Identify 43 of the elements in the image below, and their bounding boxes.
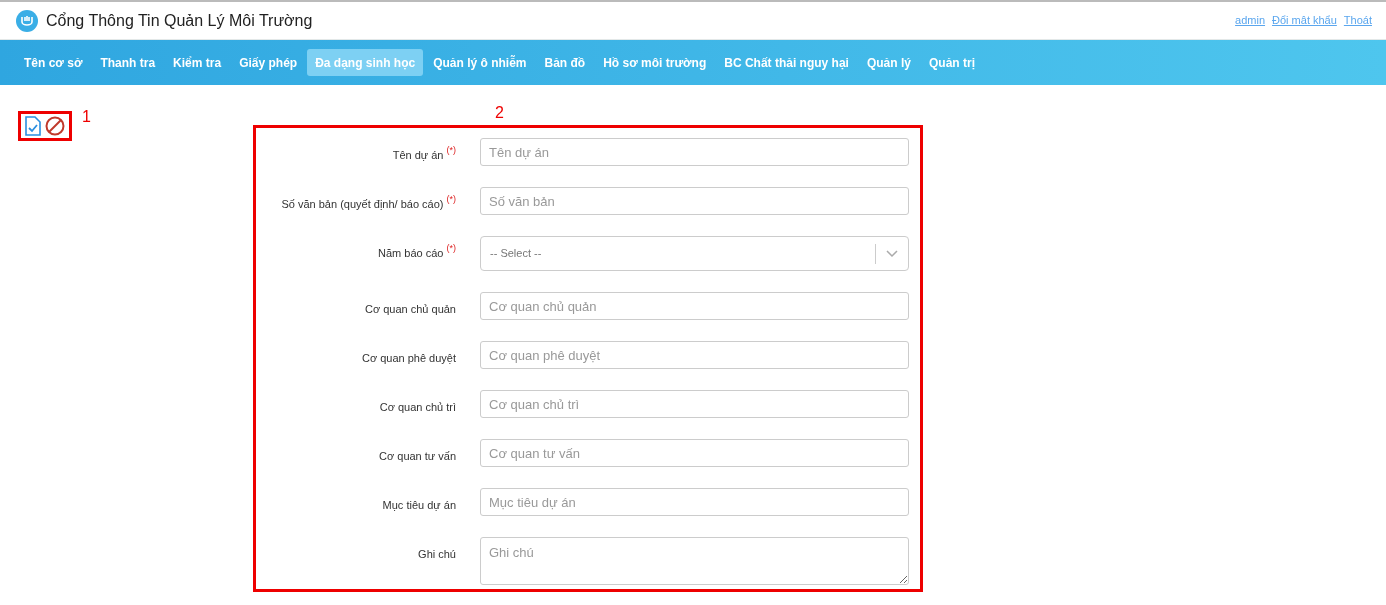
text-field[interactable]: Số văn bản [480, 187, 909, 215]
logo-icon [16, 9, 38, 32]
field-label: Cơ quan phê duyệt [361, 351, 456, 366]
notes-field[interactable]: Ghi chú [480, 537, 909, 585]
nav-tab[interactable]: Giấy phép [231, 49, 306, 76]
text-field[interactable]: Cơ quan chủ trì [480, 390, 909, 418]
select-placeholder: -- Select -- [490, 246, 543, 262]
chevron-down-icon [886, 249, 898, 258]
nav-tab[interactable]: Quản lý [858, 49, 919, 76]
field-label: Cơ quan chủ quản [365, 302, 456, 317]
header-link[interactable]: Thoát [1343, 12, 1372, 29]
nav-tab[interactable]: Quản lý ô nhiễm [425, 49, 535, 76]
text-field[interactable]: Cơ quan phê duyệt [480, 341, 909, 369]
text-field[interactable]: Mục tiêu dự án [480, 488, 909, 516]
nav-tab[interactable]: Hồ sơ môi trường [595, 49, 715, 76]
nav-tab[interactable]: Quản trị [920, 49, 983, 76]
field-label: Cơ quan tư vấn [379, 449, 456, 464]
annotation-number: 2 [495, 105, 505, 121]
nav-tab[interactable]: Bản đồ [536, 49, 594, 76]
field-label: Cơ quan chủ trì [379, 400, 456, 415]
field-label: Ghi chú [418, 547, 456, 562]
required-mark: (*) [446, 193, 456, 206]
required-mark: (*) [446, 242, 456, 255]
cancel-icon[interactable] [45, 116, 65, 136]
annotation-number: 1 [82, 109, 91, 125]
select-field[interactable]: -- Select -- [480, 236, 909, 271]
text-field[interactable]: Tên dự án [480, 138, 909, 166]
save-document-icon[interactable] [25, 116, 41, 136]
app-title: Cổng Thông Tin Quản Lý Môi Trường [46, 10, 313, 31]
header-link[interactable]: Đổi mật khẩu [1272, 12, 1337, 29]
field-label: Số văn bản (quyết định/ báo cáo) [281, 197, 444, 212]
field-label: Năm báo cáo [378, 246, 444, 261]
nav-tab[interactable]: BC Chất thải nguy hại [716, 49, 857, 76]
nav-tab[interactable]: Đa dạng sinh học [307, 49, 424, 76]
text-field[interactable]: Cơ quan chủ quản [480, 292, 909, 320]
nav-tab[interactable]: Tên cơ sở [16, 49, 91, 76]
field-label: Mục tiêu dự án [382, 498, 456, 513]
header-link[interactable]: admin [1235, 12, 1266, 29]
text-field[interactable]: Cơ quan tư vấn [480, 439, 909, 467]
required-mark: (*) [446, 144, 456, 157]
nav-tab[interactable]: Thanh tra [92, 49, 164, 76]
field-label: Tên dự án [392, 148, 444, 163]
nav-tab[interactable]: Kiểm tra [165, 49, 230, 76]
